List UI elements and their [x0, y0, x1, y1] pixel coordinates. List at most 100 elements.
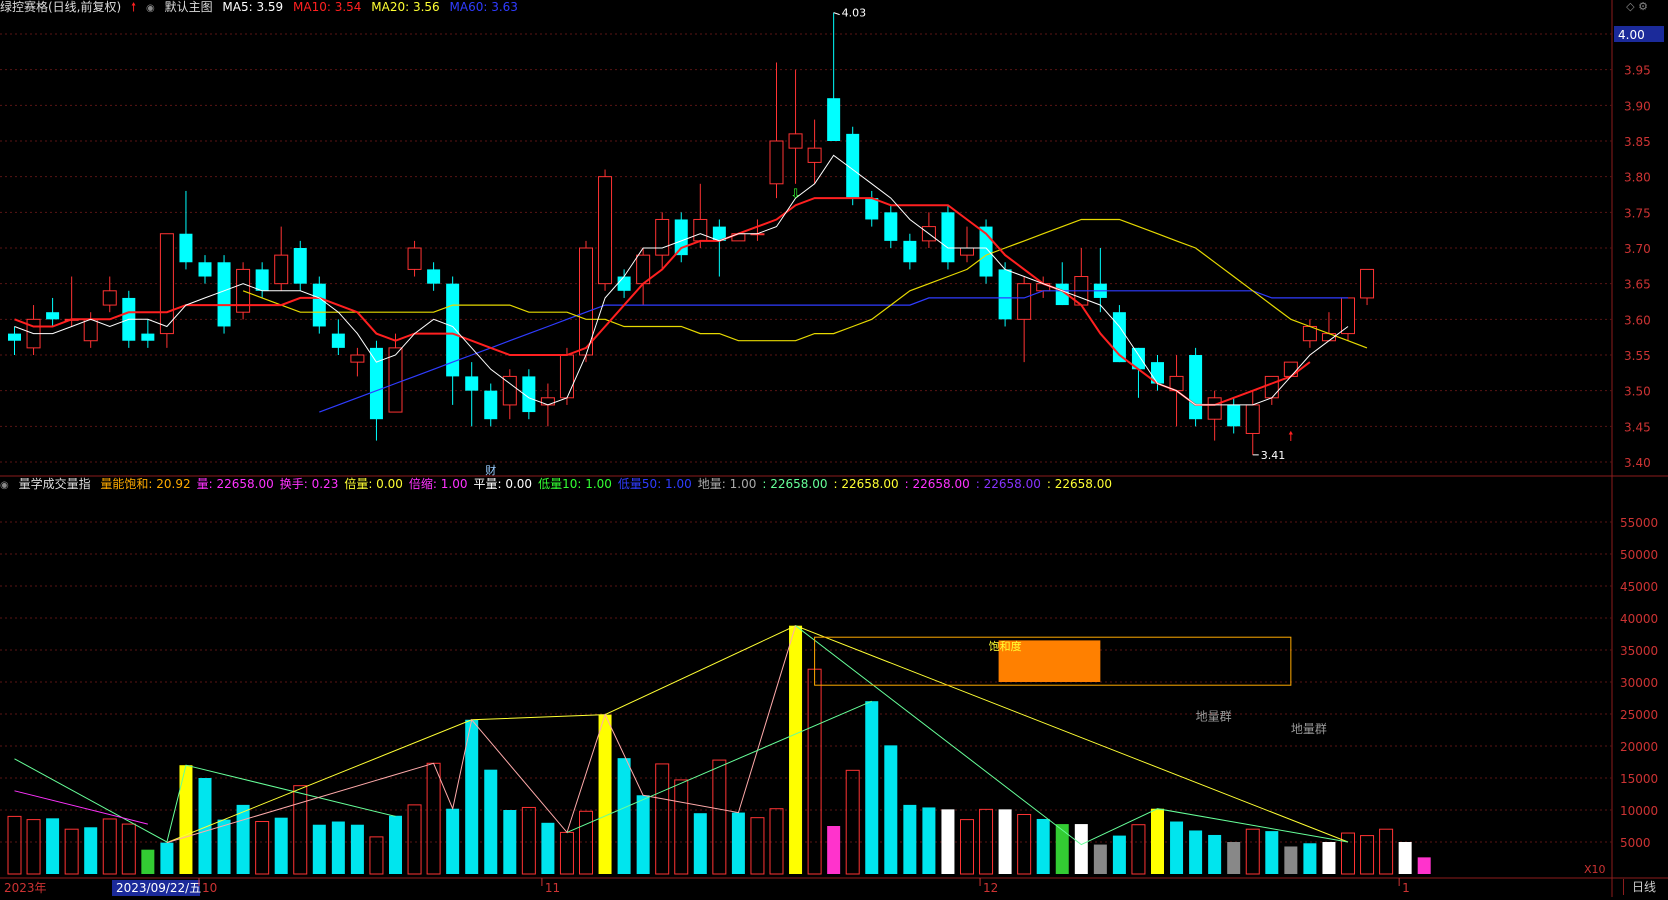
volume-bar[interactable]	[541, 822, 555, 874]
volume-bar[interactable]	[255, 821, 270, 875]
volume-bar[interactable]	[1151, 808, 1164, 874]
volume-bar[interactable]	[769, 808, 784, 875]
candle-body[interactable]	[388, 347, 403, 413]
main-chart-label[interactable]: 默认主图	[165, 0, 213, 14]
volume-bar[interactable]	[1017, 813, 1032, 875]
volume-bar[interactable]	[521, 806, 536, 875]
volume-bar[interactable]	[426, 762, 441, 875]
volume-bar[interactable]	[579, 810, 593, 875]
candle-body[interactable]	[8, 333, 21, 341]
volume-bar[interactable]	[884, 745, 898, 874]
candle-body[interactable]	[46, 312, 60, 320]
candle-body[interactable]	[960, 247, 974, 256]
volume-bar[interactable]	[1170, 821, 1184, 874]
candle-body[interactable]	[1264, 375, 1279, 399]
volume-bar[interactable]	[1284, 846, 1298, 874]
volume-bar[interactable]	[655, 763, 670, 875]
volume-bar[interactable]	[617, 758, 631, 874]
volume-bar[interactable]	[179, 765, 193, 874]
candle-body[interactable]	[540, 397, 555, 406]
volume-bar[interactable]	[236, 804, 250, 874]
volume-bar[interactable]	[998, 809, 1012, 874]
candle-body[interactable]	[674, 219, 688, 256]
volume-bar[interactable]	[160, 842, 174, 874]
volume-bar[interactable]	[1265, 831, 1279, 874]
indicator-dropdown-icon[interactable]: ◉	[0, 478, 9, 494]
volume-bar[interactable]	[1417, 857, 1431, 874]
volume-bar[interactable]	[121, 823, 136, 875]
volume-bar[interactable]	[64, 828, 79, 875]
candle-body[interactable]	[617, 276, 631, 291]
candle-body[interactable]	[769, 140, 784, 185]
candle-body[interactable]	[941, 212, 955, 263]
candle-body[interactable]	[579, 247, 593, 356]
volume-bar[interactable]	[903, 804, 917, 874]
volume-bar[interactable]	[446, 808, 460, 874]
volume-bar[interactable]	[1303, 843, 1317, 874]
candle-body[interactable]	[788, 133, 803, 149]
candle-body[interactable]	[350, 354, 365, 363]
candle-body[interactable]	[1189, 355, 1203, 420]
volume-bar[interactable]	[598, 714, 612, 874]
candle-body[interactable]	[1341, 297, 1355, 335]
candle-body[interactable]	[865, 198, 879, 220]
volume-bar[interactable]	[636, 795, 650, 874]
candle-body[interactable]	[598, 176, 613, 285]
candle-body[interactable]	[484, 390, 498, 420]
dropdown-circle-icon[interactable]: ◉	[146, 2, 155, 16]
volume-bar[interactable]	[827, 826, 841, 874]
candle-body[interactable]	[693, 218, 708, 242]
volume-bar[interactable]	[26, 819, 41, 875]
candle-body[interactable]	[198, 262, 212, 277]
volume-bar[interactable]	[198, 778, 212, 874]
volume-bar[interactable]	[674, 779, 689, 875]
volume-bar[interactable]	[731, 812, 745, 874]
candle-body[interactable]	[998, 269, 1012, 320]
candle-body[interactable]	[1017, 283, 1032, 320]
volume-bar[interactable]	[941, 809, 955, 874]
candle-body[interactable]	[369, 347, 383, 420]
volume-bar[interactable]	[274, 817, 288, 874]
candle-body[interactable]	[293, 248, 307, 284]
volume-bar[interactable]	[1227, 842, 1241, 874]
volume-bar[interactable]	[389, 815, 402, 874]
volume-bar[interactable]	[141, 849, 155, 874]
volume-bar[interactable]	[845, 769, 860, 875]
volume-bar[interactable]	[1055, 824, 1069, 874]
candle-body[interactable]	[1245, 404, 1260, 434]
volume-bar[interactable]	[960, 819, 974, 875]
candle-body[interactable]	[255, 269, 269, 291]
volume-bar[interactable]	[1074, 824, 1088, 874]
volume-bar[interactable]	[1036, 818, 1050, 874]
volume-bar[interactable]	[407, 804, 422, 875]
volume-bar[interactable]	[1341, 832, 1355, 875]
volume-bar[interactable]	[865, 701, 879, 874]
volume-bar[interactable]	[503, 810, 517, 874]
volume-bar[interactable]	[350, 824, 364, 874]
candle-body[interactable]	[655, 218, 670, 256]
volume-bar[interactable]	[312, 824, 326, 874]
candle-body[interactable]	[1207, 397, 1222, 420]
volume-bar[interactable]	[1245, 828, 1260, 875]
volume-bar[interactable]	[7, 815, 22, 875]
gear-icon[interactable]: ⚙	[1638, 0, 1648, 13]
kline-chart[interactable]: 4.00 3.95 3.90 3.85 3.80 3.75 3.70 3.65 3.60 3.55…	[0, 0, 1668, 900]
volume-bar[interactable]	[1093, 844, 1107, 874]
volume-bar[interactable]	[807, 668, 822, 875]
volume-bar[interactable]	[84, 827, 98, 874]
volume-bar[interactable]	[46, 818, 60, 874]
diamond-icon[interactable]: ◇	[1626, 0, 1634, 13]
volume-bar[interactable]	[1189, 830, 1203, 874]
candle-body[interactable]	[903, 240, 917, 263]
volume-bar[interactable]	[922, 807, 936, 874]
candle-body[interactable]	[465, 376, 479, 391]
candle-body[interactable]	[312, 283, 326, 327]
indicator-name[interactable]: 量学成交量指	[19, 476, 91, 492]
volume-bar[interactable]	[293, 785, 308, 875]
candle-body[interactable]	[274, 254, 289, 285]
candle-body[interactable]	[427, 269, 441, 284]
volume-bar[interactable]	[1322, 842, 1336, 874]
stock-title[interactable]: 绿控赛格(日线,前复权)	[0, 0, 121, 14]
candle-body[interactable]	[83, 318, 98, 342]
volume-bar[interactable]	[750, 817, 765, 875]
